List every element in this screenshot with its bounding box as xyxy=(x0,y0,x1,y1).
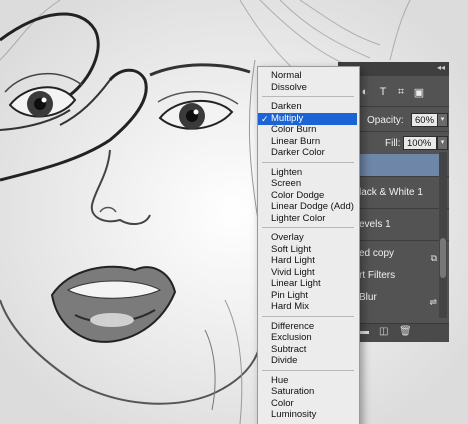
blend-mode-label: Exclusion xyxy=(271,332,312,343)
blend-mode-item-dissolve[interactable]: Dissolve xyxy=(258,82,357,94)
blend-mode-item-linear-light[interactable]: Linear Light xyxy=(258,278,357,290)
opacity-dropdown-icon[interactable]: ▾ xyxy=(437,113,448,127)
blend-mode-label: Vivid Light xyxy=(271,266,315,278)
blend-mode-item-hard-mix[interactable]: Hard Mix xyxy=(258,301,357,313)
scrollbar-thumb[interactable] xyxy=(440,238,446,278)
layers-scrollbar[interactable] xyxy=(439,152,447,318)
blend-mode-label: Linear Light xyxy=(271,278,321,289)
blend-mode-label: Hard Light xyxy=(271,255,315,266)
blend-mode-item-normal[interactable]: Normal xyxy=(258,70,357,82)
blend-mode-item-overlay[interactable]: Overlay xyxy=(258,232,357,244)
blend-mode-item-lighten[interactable]: Lighten xyxy=(258,167,357,179)
checkmark-icon: ✓ xyxy=(261,113,269,124)
blend-mode-label: Difference xyxy=(271,320,315,332)
blend-mode-menu: Normal Dissolve Darken ✓ Multiply Color Burn L… xyxy=(257,66,360,424)
blend-mode-label: Soft Light xyxy=(271,243,312,255)
blend-mode-label: Saturation xyxy=(271,386,315,397)
blend-mode-label: Overlay xyxy=(271,232,304,243)
blend-mode-label: Divide xyxy=(271,355,298,366)
blend-mode-label: Normal xyxy=(271,70,302,81)
layer-name: evels 1 xyxy=(359,219,391,230)
type-filter-icon[interactable]: T xyxy=(377,86,389,99)
blend-mode-label: Lighter Color xyxy=(271,212,326,224)
filter-options-icon[interactable]: ⇌ xyxy=(429,291,437,313)
blend-mode-item-difference[interactable]: Difference xyxy=(258,321,357,333)
smart-object-filter-icon[interactable]: ▣ xyxy=(413,86,425,99)
blend-mode-label: Screen xyxy=(271,178,302,189)
menu-separator xyxy=(262,161,354,163)
blend-mode-item-soft-light[interactable]: Soft Light xyxy=(258,244,357,256)
new-layer-icon[interactable]: ◫ xyxy=(379,326,388,337)
blend-mode-label: Luminosity xyxy=(271,409,317,420)
blend-mode-item-exclusion[interactable]: Exclusion xyxy=(258,332,357,344)
blend-mode-item-luminosity[interactable]: Luminosity xyxy=(258,409,357,421)
blend-mode-label: Darken xyxy=(271,101,302,112)
canvas-area: ◂◂ ◐ T ⌗ ▣ Opacity: 60% ▾ Fill: 100% ▾ l… xyxy=(0,0,468,424)
menu-separator xyxy=(262,96,354,97)
blend-mode-label: Pin Light xyxy=(271,289,308,301)
blend-mode-item-vivid-light[interactable]: Vivid Light xyxy=(258,267,357,279)
blend-mode-label: Hue xyxy=(271,374,289,386)
blend-mode-label: Color Dodge xyxy=(271,189,325,201)
blend-mode-label: Color xyxy=(271,397,294,409)
collapse-panel-icon[interactable]: ◂◂ xyxy=(437,63,445,72)
blend-mode-item-color-burn[interactable]: Color Burn xyxy=(258,124,357,136)
layer-name: rt Filters xyxy=(359,270,396,281)
blend-mode-item-divide[interactable]: Divide xyxy=(258,355,357,367)
blend-mode-label: Subtract xyxy=(271,343,307,355)
blend-mode-label: Darker Color xyxy=(271,147,325,158)
opacity-input[interactable]: 60% xyxy=(411,113,439,127)
blend-mode-label: Linear Dodge (Add) xyxy=(271,201,354,212)
menu-separator xyxy=(262,315,354,317)
opacity-label: Opacity: xyxy=(367,115,404,126)
blend-mode-item-screen[interactable]: Screen xyxy=(258,178,357,190)
blend-mode-item-pin-light[interactable]: Pin Light xyxy=(258,290,357,302)
layer-name: Blur xyxy=(359,292,377,303)
blend-mode-item-linear-dodge-add[interactable]: Linear Dodge (Add) xyxy=(258,201,357,213)
blend-mode-item-hue[interactable]: Hue xyxy=(258,375,357,387)
fill-label: Fill: xyxy=(385,138,401,149)
blend-mode-item-lighter-color[interactable]: Lighter Color xyxy=(258,213,357,225)
blend-mode-item-darker-color[interactable]: Darker Color xyxy=(258,147,357,159)
blend-mode-label: Hard Mix xyxy=(271,301,310,312)
fill-input[interactable]: 100% xyxy=(403,136,437,150)
blend-mode-item-multiply[interactable]: ✓ Multiply xyxy=(258,112,357,125)
blend-mode-item-color-dodge[interactable]: Color Dodge xyxy=(258,190,357,202)
menu-separator xyxy=(262,369,354,371)
blend-mode-label: Color Burn xyxy=(271,124,317,135)
trash-icon[interactable]: 🗑 xyxy=(399,326,412,337)
shape-filter-icon[interactable]: ⌗ xyxy=(395,86,407,99)
blend-mode-item-hard-light[interactable]: Hard Light xyxy=(258,255,357,267)
blend-mode-item-saturation[interactable]: Saturation xyxy=(258,386,357,398)
blend-mode-label: Linear Burn xyxy=(271,135,321,147)
adjustment-filter-icon[interactable]: ◐ xyxy=(359,86,371,99)
blend-mode-item-color[interactable]: Color xyxy=(258,398,357,410)
layer-name: ed copy xyxy=(359,248,395,259)
blend-mode-item-darken[interactable]: Darken xyxy=(258,101,357,113)
fill-dropdown-icon[interactable]: ▾ xyxy=(437,136,448,150)
new-group-icon[interactable]: ▬ xyxy=(359,326,369,337)
blend-mode-label: Lighten xyxy=(271,166,303,178)
menu-separator xyxy=(262,227,354,228)
blend-mode-item-subtract[interactable]: Subtract xyxy=(258,344,357,356)
layer-name: lack & White 1 xyxy=(359,187,423,198)
blend-mode-item-linear-burn[interactable]: Linear Burn xyxy=(258,136,357,148)
layer-filter-icons: ◐ T ⌗ ▣ xyxy=(359,86,425,99)
blend-mode-label: Multiply xyxy=(271,112,304,124)
blend-mode-label: Dissolve xyxy=(271,81,307,93)
